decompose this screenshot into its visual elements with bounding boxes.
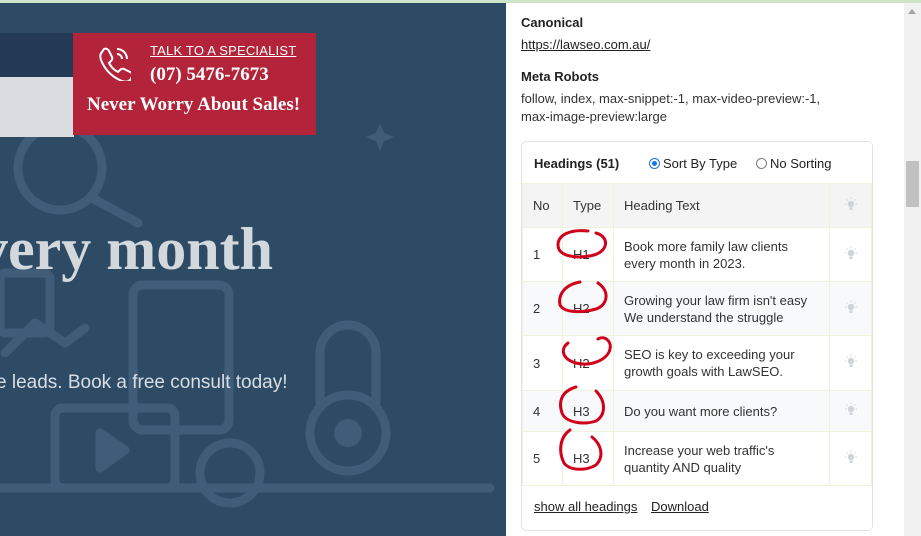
vertical-scrollbar[interactable] (904, 3, 921, 536)
sort-by-type-radio[interactable]: Sort By Type (649, 156, 737, 171)
table-row[interactable]: 1 H1 Book more family law clients every m… (522, 227, 872, 282)
cta-slogan: Never Worry About Sales! (87, 94, 301, 115)
scroll-up-icon[interactable] (908, 9, 916, 14)
headings-card: Headings (51) Sort By Type No Sorting No… (521, 141, 873, 531)
phone-icon (99, 47, 131, 81)
meta-robots-value: follow, index, max-snippet:-1, max-video… (521, 90, 820, 126)
row-heading-text: Increase your web traffic's quantity AND … (613, 431, 830, 486)
show-all-headings-link[interactable]: show all headings (534, 499, 637, 514)
row-highlight-button[interactable] (829, 281, 872, 336)
canonical-url-link[interactable]: https://lawseo.com.au/ (521, 37, 650, 52)
talk-to-specialist-link[interactable]: TALK TO A SPECIALIST (150, 43, 296, 58)
col-heading-text: Heading Text (613, 183, 830, 228)
row-heading-text: Do you want more clients? (613, 390, 830, 432)
row-heading-text: Growing your law firm isn't easy We under… (613, 281, 830, 336)
row-number: 3 (522, 335, 563, 391)
headings-table: No Type Heading Text 1 H1 Book more fami… (522, 183, 872, 486)
cta-phone-number[interactable]: (07) 5476-7673 (150, 64, 269, 86)
row-heading-text: SEO is key to exceeding your growth goals… (613, 335, 830, 391)
canonical-label: Canonical (521, 15, 584, 30)
nav-bar-light (0, 77, 74, 137)
headings-card-footer: show all headings Download (534, 499, 719, 514)
lightbulb-icon (844, 246, 857, 259)
radio-selected-icon (649, 158, 660, 169)
table-row[interactable]: 3 H2 SEO is key to exceeding your growth … (522, 335, 872, 391)
table-row[interactable]: 2 H2 Growing your law firm isn't easy We … (522, 281, 872, 336)
lightbulb-icon (844, 354, 857, 367)
row-type: H2 (562, 281, 614, 336)
no-sorting-radio[interactable]: No Sorting (756, 156, 831, 171)
row-number: 1 (522, 227, 563, 282)
headings-count-title: Headings (51) (534, 156, 620, 171)
row-highlight-button[interactable] (829, 335, 872, 391)
row-type: H3 (562, 390, 614, 432)
row-number: 2 (522, 281, 563, 336)
row-type: H1 (562, 227, 614, 282)
table-row[interactable]: 4 H3 Do you want more clients? (522, 390, 872, 432)
row-type: H2 (562, 335, 614, 391)
row-heading-text: Book more family law clients every month … (613, 227, 830, 282)
meta-robots-label: Meta Robots (521, 69, 599, 84)
meta-robots-line: follow, index, max-snippet:-1, max-video… (521, 91, 821, 106)
nav-bar (0, 33, 74, 77)
no-sorting-label: No Sorting (770, 156, 832, 171)
headings-card-header: Headings (51) Sort By Type No Sorting (522, 142, 872, 183)
lightbulb-icon (844, 197, 857, 210)
lightbulb-icon (844, 402, 857, 415)
scrollbar-thumb[interactable] (906, 161, 919, 207)
hero-subtitle: e leads. Book a free consult today! (0, 372, 288, 393)
specialist-cta-box[interactable]: TALK TO A SPECIALIST (07) 5476-7673 Neve… (73, 33, 316, 135)
lightbulb-icon (844, 300, 857, 313)
download-link[interactable]: Download (651, 499, 709, 514)
col-type: Type (562, 183, 614, 228)
row-highlight-button[interactable] (829, 227, 872, 282)
row-number: 4 (522, 390, 563, 432)
row-type: H3 (562, 431, 614, 486)
hero-title: very month (0, 216, 273, 282)
table-header-row: No Type Heading Text (522, 183, 872, 228)
meta-robots-line: max-image-preview:large (521, 109, 667, 124)
col-highlight[interactable] (829, 183, 872, 228)
radio-unselected-icon (756, 158, 767, 169)
col-no: No (522, 183, 563, 228)
row-highlight-button[interactable] (829, 390, 872, 432)
row-highlight-button[interactable] (829, 431, 872, 486)
seo-panel: Canonical https://lawseo.com.au/ Meta Ro… (506, 3, 904, 536)
sort-by-type-label: Sort By Type (663, 156, 738, 171)
lightbulb-icon (844, 450, 857, 463)
row-number: 5 (522, 431, 563, 486)
website-hero: TALK TO A SPECIALIST (07) 5476-7673 Neve… (0, 3, 506, 536)
table-row[interactable]: 5 H3 Increase your web traffic's quantity… (522, 431, 872, 486)
